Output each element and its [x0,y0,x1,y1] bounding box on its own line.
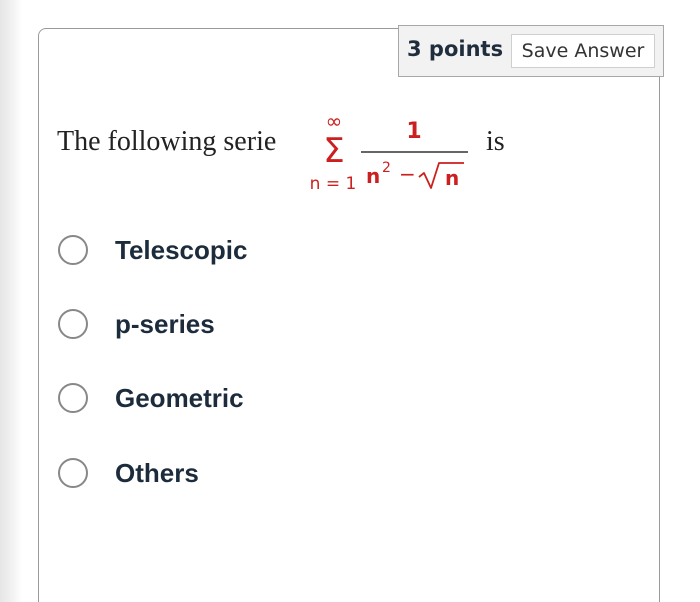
radio-button[interactable] [58,383,88,413]
points-label: 3 points [407,37,504,61]
radio-button[interactable] [58,458,88,488]
sum-upper-limit: ∞ [326,110,343,133]
fraction-numerator: 1 [406,119,421,144]
sum-lower-limit: n = 1 [310,174,357,194]
question-text-prefix: The following serie [57,126,277,157]
denominator-exponent: 2 [382,160,391,176]
option-geometric[interactable]: Geometric [58,380,244,416]
radio-button[interactable] [58,309,88,339]
radio-button[interactable] [58,235,88,265]
root-argument: n [445,166,459,190]
option-others[interactable]: Others [58,455,199,491]
save-answer-button[interactable]: Save Answer [511,34,655,68]
option-label: Others [115,457,199,488]
sum-symbol: Σ [323,131,344,171]
option-label: Telescopic [115,234,248,265]
option-label: Geometric [115,382,244,413]
option-p-series[interactable]: p-series [58,306,215,342]
option-label: p-series [115,308,215,339]
denominator-minus: − [399,162,416,186]
question-text-suffix: is [486,126,505,157]
page-edge-shadow [0,0,22,602]
denominator-base: n [366,164,380,188]
option-telescopic[interactable]: Telescopic [58,232,247,268]
series-formula: ∞ Σ n = 1 1 n 2 − n [300,110,480,196]
